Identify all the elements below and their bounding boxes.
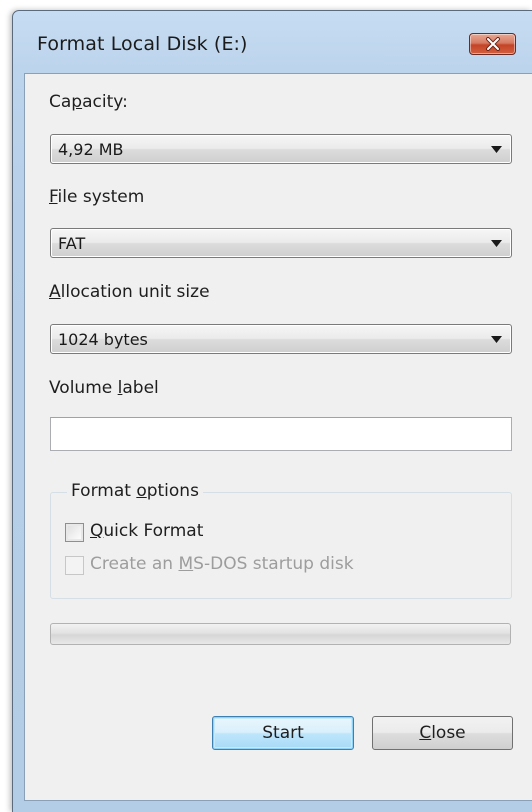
- format-dialog-window: Format Local Disk (E:) Capacity: 4,92 MB…: [12, 10, 532, 812]
- close-button[interactable]: Close: [372, 716, 513, 750]
- volume-label-input[interactable]: [50, 417, 512, 451]
- volume-label-label: Volume label: [49, 378, 159, 398]
- allocation-unit-size-value: 1024 bytes: [58, 330, 148, 349]
- format-options-group: Format options Quick Format Create an MS…: [50, 481, 512, 599]
- allocation-unit-size-label: Allocation unit size: [49, 282, 210, 302]
- capacity-dropdown[interactable]: 4,92 MB: [50, 134, 512, 164]
- chevron-down-icon: [491, 240, 502, 247]
- file-system-dropdown[interactable]: FAT: [50, 228, 512, 258]
- file-system-value: FAT: [58, 234, 86, 253]
- msdos-startup-checkbox: [65, 556, 84, 575]
- quick-format-checkbox[interactable]: [65, 523, 84, 542]
- capacity-value: 4,92 MB: [58, 140, 124, 159]
- window-title: Format Local Disk (E:): [37, 33, 248, 55]
- close-x-icon: [486, 37, 500, 51]
- chevron-down-icon: [491, 336, 502, 343]
- dialog-client-area: Capacity: 4,92 MB File system FAT Alloca…: [24, 73, 532, 801]
- msdos-startup-label: Create an MS-DOS startup disk: [90, 554, 354, 574]
- capacity-label: Capacity:: [49, 92, 128, 112]
- file-system-label: File system: [49, 187, 145, 207]
- start-button[interactable]: Start: [212, 716, 354, 750]
- window-close-button[interactable]: [469, 33, 516, 55]
- quick-format-label[interactable]: Quick Format: [90, 521, 203, 541]
- title-bar[interactable]: Format Local Disk (E:): [13, 11, 532, 73]
- format-options-legend: Format options: [67, 481, 203, 501]
- allocation-unit-size-dropdown[interactable]: 1024 bytes: [50, 324, 512, 354]
- format-progress-bar: [50, 623, 511, 645]
- chevron-down-icon: [491, 146, 502, 153]
